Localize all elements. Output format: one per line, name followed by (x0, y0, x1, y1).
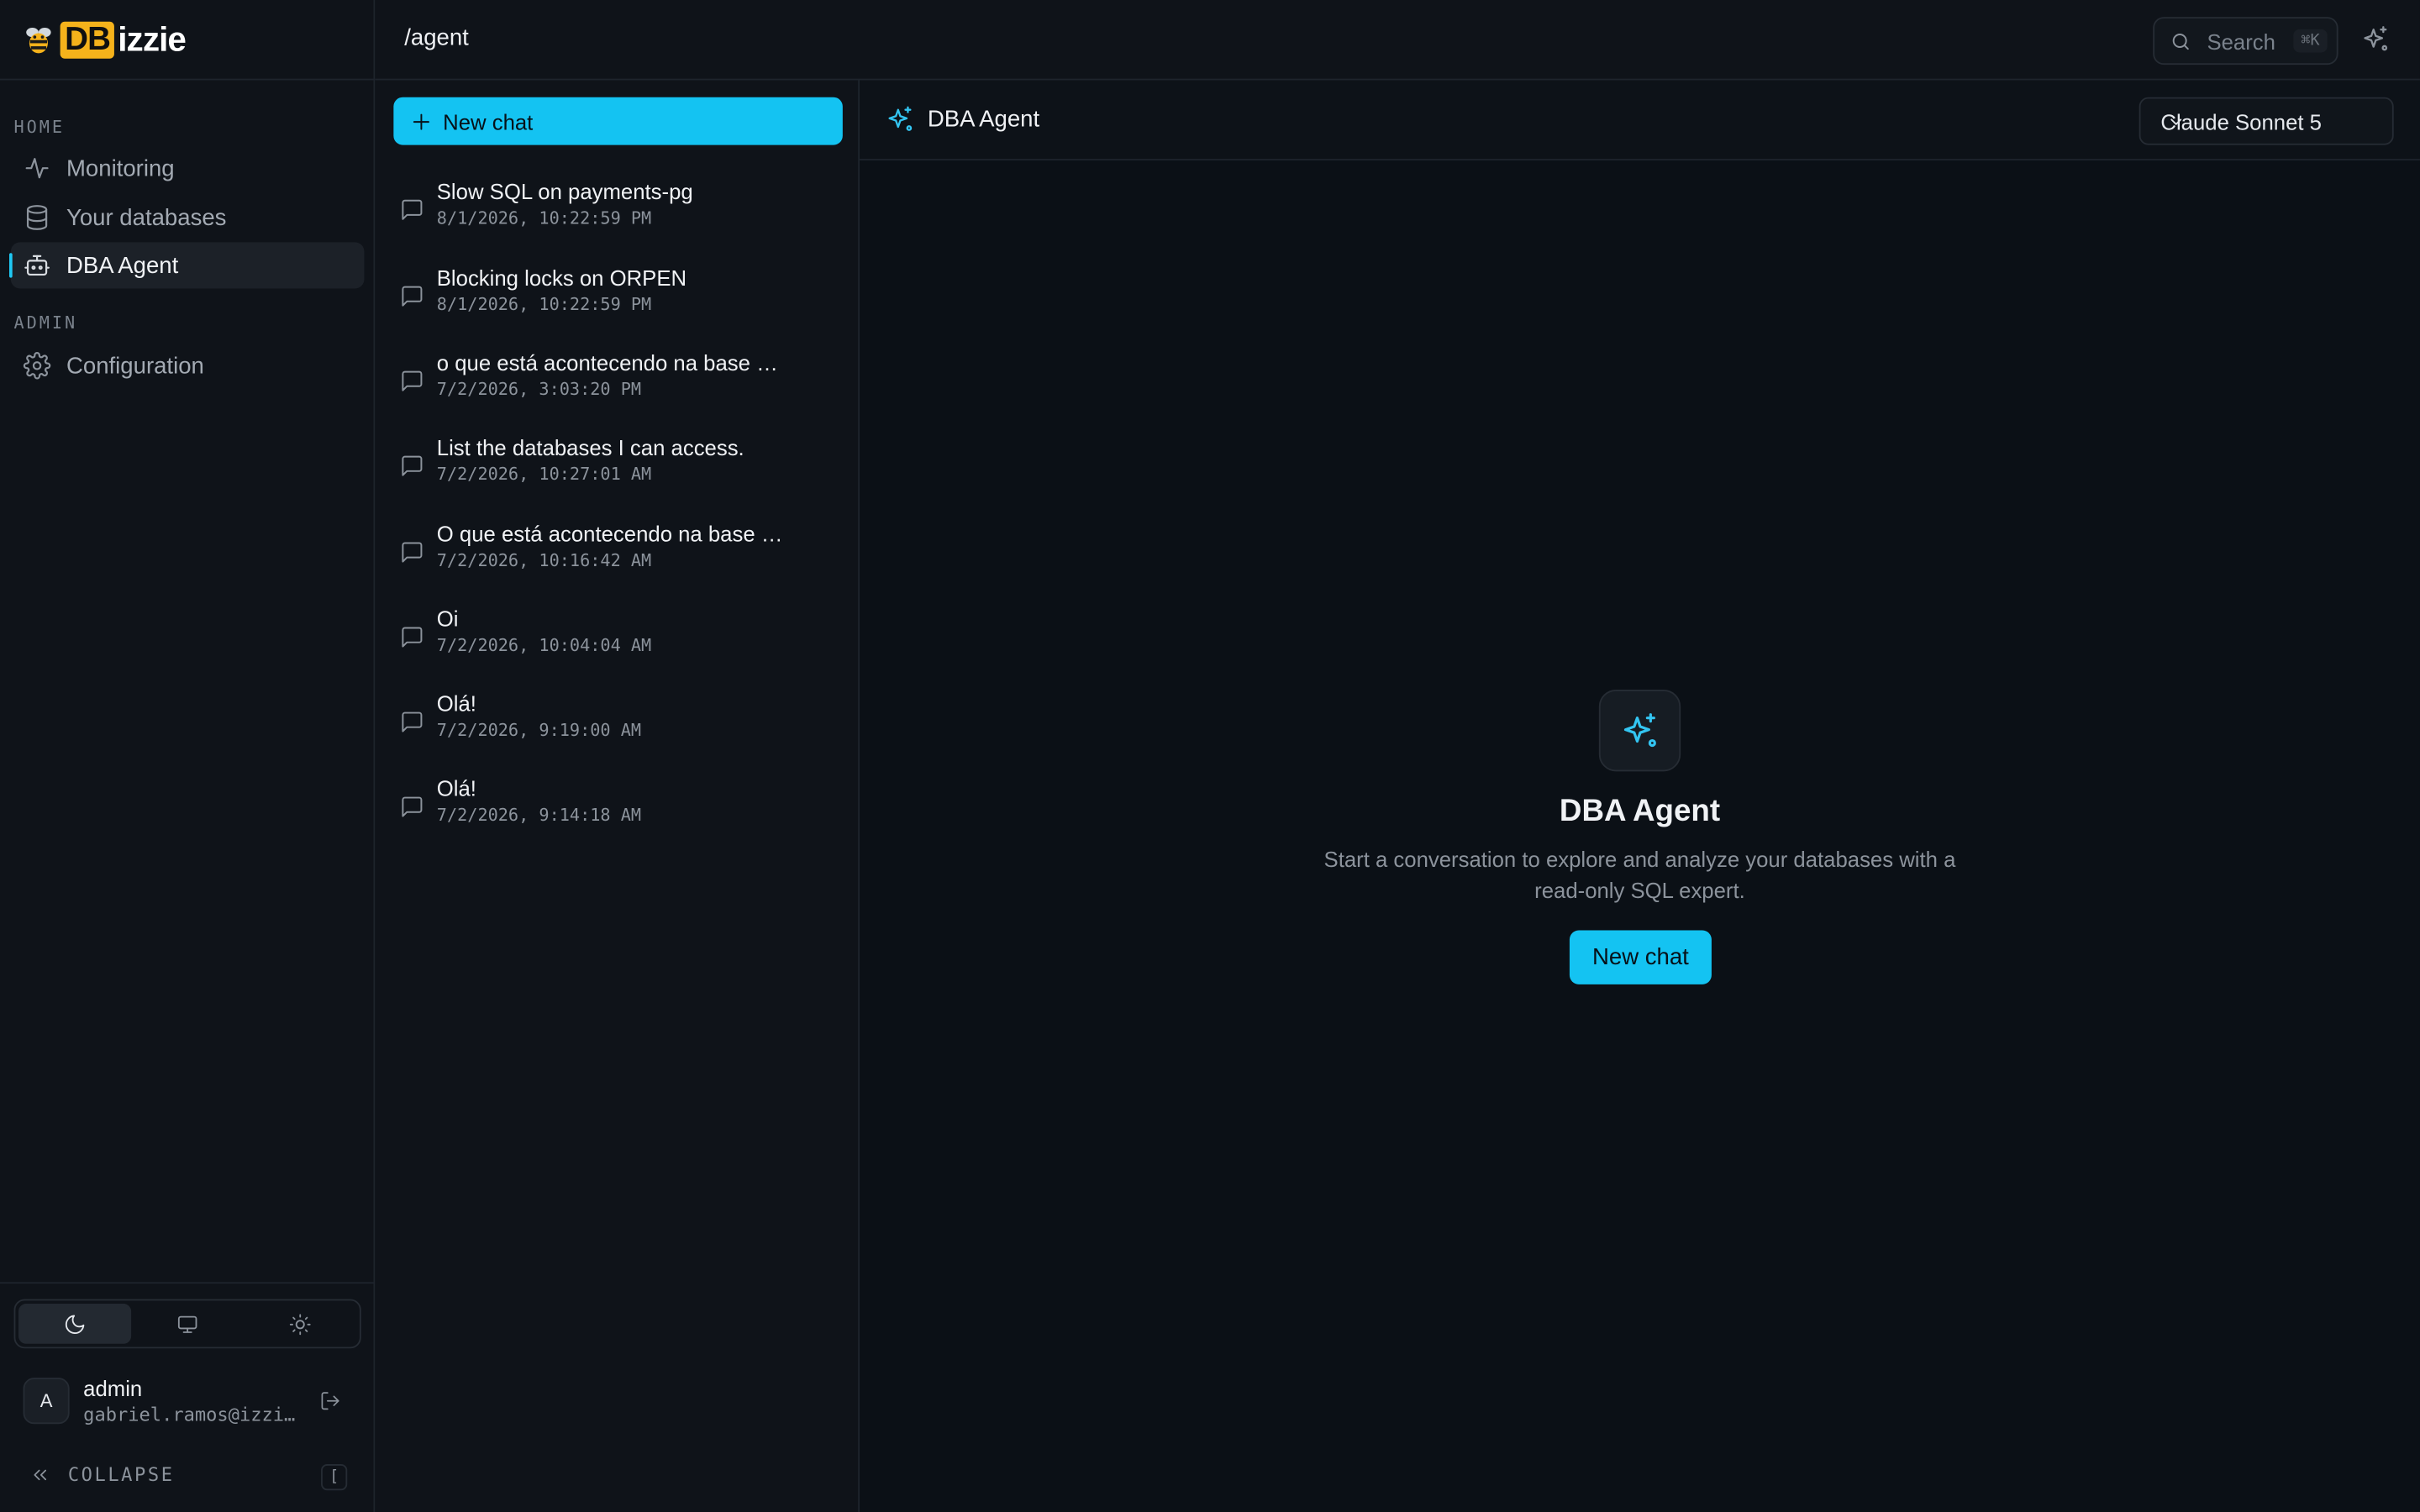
sun-icon (289, 1313, 311, 1335)
brand-logo[interactable]: DB izzie (0, 0, 376, 81)
chat-list-item[interactable]: Oi 7/2/2026, 10:04:04 AM (397, 605, 844, 673)
theme-dark-button[interactable] (18, 1304, 132, 1344)
sidebar-item-databases[interactable]: Your databases (11, 194, 365, 240)
chat-list-item[interactable]: Blocking locks on ORPEN 8/1/2026, 10:22:… (397, 264, 844, 332)
chat-title: o que está acontecendo na base … (436, 349, 778, 375)
message-square-icon (402, 627, 423, 648)
app-root: DB izzie HOME Monitoring Your databases … (0, 0, 2420, 1512)
chat-title: Blocking locks on ORPEN (436, 265, 687, 291)
theme-switcher (13, 1299, 361, 1349)
search-label: Search (2207, 28, 2275, 54)
page-route: /agent (404, 24, 469, 51)
message-square-icon (402, 542, 423, 563)
search-button[interactable]: Search ⌘K (2153, 17, 2338, 66)
chat-timestamp: 7/2/2026, 9:19:00 AM (436, 720, 642, 741)
empty-state-description: Start a conversation to explore and anal… (1323, 847, 1956, 903)
empty-state-icon (1598, 690, 1681, 772)
search-shortcut: ⌘K (2293, 29, 2328, 53)
message-square-icon (402, 711, 423, 732)
topbar: /agent Search ⌘K (375, 0, 2420, 81)
chat-timestamp: 8/1/2026, 10:22:59 PM (436, 294, 652, 315)
chevrons-left-icon (34, 1469, 47, 1481)
chat-timestamp: 7/2/2026, 10:16:42 AM (436, 550, 652, 571)
chat-title: Olá! (436, 775, 476, 801)
sidebar-item-label: Monitoring (66, 155, 175, 181)
chat-list-item[interactable]: List the databases I can access. 7/2/202… (397, 433, 844, 501)
monitor-icon (177, 1315, 197, 1332)
message-square-icon (402, 199, 423, 220)
chat-timestamp: 8/1/2026, 10:22:59 PM (436, 207, 652, 228)
sidebar-footer: A admin gabriel.ramos@izzie… COLLAPSE [ (0, 1282, 376, 1512)
chat-list-item[interactable]: o que está acontecendo na base … 7/2/202… (397, 349, 844, 417)
agent-main-panel: DBA Agent Claude Sonnet 5 DBA Agent Star… (860, 80, 2420, 1512)
empty-state-new-chat-button[interactable]: New chat (1569, 930, 1712, 984)
message-square-icon (402, 286, 423, 307)
gear-icon (23, 352, 51, 380)
agent-header: DBA Agent Claude Sonnet 5 (860, 80, 2420, 161)
message-square-icon (402, 796, 423, 817)
collapse-button[interactable]: COLLAPSE (29, 1464, 175, 1486)
chat-list-item[interactable]: Olá! 7/2/2026, 9:14:18 AM (397, 774, 844, 843)
agent-title: DBA Agent (927, 106, 1040, 133)
logout-icon[interactable] (319, 1390, 341, 1412)
sidebar-item-monitoring[interactable]: Monitoring (11, 145, 365, 192)
sidebar-item-dba-agent[interactable]: DBA Agent (9, 242, 365, 289)
chevron-down-icon (2170, 118, 2182, 125)
user-info: admin gabriel.ramos@izzie… (83, 1375, 299, 1426)
sparkles-icon (1623, 712, 1655, 747)
chat-list-item[interactable]: O que está acontecendo na base … 7/2/202… (397, 520, 844, 588)
chat-title: List the databases I can access. (436, 434, 744, 460)
activity-icon (25, 158, 49, 179)
collapse-label: COLLAPSE (67, 1464, 175, 1486)
sparkles-icon[interactable] (2361, 24, 2391, 54)
chat-list-item[interactable]: Olá! 7/2/2026, 9:19:00 AM (397, 690, 844, 758)
new-chat-label: New chat (443, 108, 534, 134)
section-label-home: HOME (13, 117, 65, 138)
chat-title: O que está acontecendo na base … (436, 521, 783, 547)
chat-list-item[interactable]: Slow SQL on payments-pg 8/1/2026, 10:22:… (397, 177, 844, 245)
chat-timestamp: 7/2/2026, 3:03:20 PM (436, 379, 642, 400)
database-icon (26, 205, 48, 230)
moon-icon (65, 1314, 85, 1334)
chat-title: Slow SQL on payments-pg (436, 179, 693, 204)
chat-title: Oi (436, 606, 459, 632)
empty-state-title: DBA Agent (1559, 794, 1721, 829)
sidebar-item-label: Configuration (66, 352, 204, 379)
collapse-shortcut-badge: [ (321, 1464, 348, 1491)
new-chat-button[interactable]: New chat (393, 97, 843, 145)
user-profile[interactable]: A admin gabriel.ramos@izzie… (23, 1375, 363, 1426)
sidebar-item-configuration[interactable]: Configuration (11, 343, 365, 389)
avatar: A (23, 1378, 70, 1425)
theme-system-button[interactable] (131, 1304, 244, 1344)
model-select[interactable]: Claude Sonnet 5 (2139, 97, 2394, 145)
message-square-icon (402, 455, 423, 476)
sidebar: DB izzie HOME Monitoring Your databases … (0, 0, 376, 1512)
chat-timestamp: 7/2/2026, 10:04:04 AM (436, 635, 652, 656)
logo-db-text: DB (60, 20, 115, 58)
chat-timestamp: 7/2/2026, 9:14:18 AM (436, 805, 642, 826)
logo-izzie-text: izzie (118, 18, 187, 58)
chat-timestamp: 7/2/2026, 10:27:01 AM (436, 464, 652, 485)
sidebar-item-label: DBA Agent (66, 252, 179, 279)
plus-icon (413, 113, 429, 129)
chat-title: Olá! (436, 690, 476, 717)
user-email: gabriel.ramos@izzie… (83, 1403, 300, 1425)
section-label-admin: ADMIN (13, 312, 78, 333)
theme-light-button[interactable] (244, 1304, 356, 1344)
bot-icon (24, 255, 50, 276)
sidebar-item-label: Your databases (66, 204, 227, 231)
search-icon (2172, 33, 2189, 50)
user-name: admin (83, 1375, 143, 1400)
bee-icon (26, 27, 51, 53)
chat-history-panel: New chat Slow SQL on payments-pg 8/1/202… (375, 80, 860, 1512)
message-square-icon (402, 370, 423, 391)
sparkles-icon (888, 106, 913, 131)
